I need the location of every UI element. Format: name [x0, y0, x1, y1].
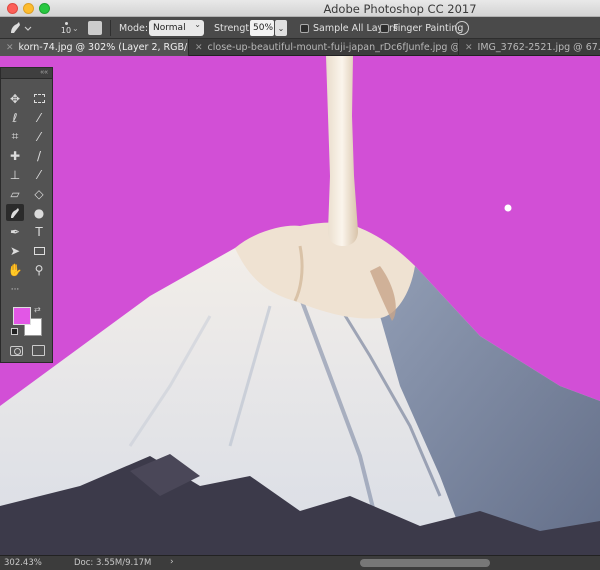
- quick-mask-icon[interactable]: [10, 346, 23, 356]
- tab-mount-fuji[interactable]: ✕ close-up-beautiful-mount-fuji-japan_rD…: [188, 39, 458, 56]
- history-brush-tool-icon[interactable]: ⁄: [30, 166, 48, 183]
- healing-brush-tool-icon[interactable]: ✚: [6, 147, 24, 164]
- finger-painting-label: Finger Painting: [393, 22, 464, 34]
- hand-tool-icon[interactable]: ✋: [6, 261, 24, 278]
- rectangle-tool-icon[interactable]: [30, 242, 48, 259]
- close-icon[interactable]: ✕: [195, 43, 203, 53]
- smudge-tool-icon[interactable]: [6, 204, 24, 221]
- tools-panel: «« ✥ ℓ ⁄ ⌗ ⁄ ✚ / ⊥ ⁄ ▱ ◇ ● ✒ T ➤ ✋ ⚲ ···…: [0, 67, 53, 363]
- document-tab-bar: ✕ korn-74.jpg @ 302% (Layer 2, RGB/8) * …: [0, 39, 600, 56]
- dodge-tool-icon[interactable]: ●: [30, 204, 48, 221]
- marquee-tool-icon[interactable]: [30, 90, 48, 107]
- brush-tip-icon: [64, 21, 68, 25]
- magic-wand-tool-icon[interactable]: ⁄: [30, 109, 48, 126]
- tab-label: korn-74.jpg @ 302% (Layer 2, RGB/8) *: [18, 42, 188, 53]
- horizontal-scrollbar[interactable]: [360, 559, 490, 567]
- checkbox-box: [300, 23, 309, 33]
- more-tools-icon[interactable]: ···: [6, 281, 24, 298]
- tab-label: close-up-beautiful-mount-fuji-japan_rDc6…: [207, 42, 458, 53]
- brush-tool-icon[interactable]: /: [30, 147, 48, 164]
- tab-korn-74[interactable]: ✕ korn-74.jpg @ 302% (Layer 2, RGB/8) *: [0, 39, 188, 56]
- finger-painting-checkbox[interactable]: Finger Painting: [380, 17, 463, 39]
- path-selection-tool-icon[interactable]: ➤: [6, 242, 24, 259]
- checkbox-box: [380, 23, 389, 33]
- brush-panel-button[interactable]: [88, 21, 102, 35]
- mode-select[interactable]: Normal ⌄: [149, 20, 204, 36]
- eraser-tool-icon[interactable]: ▱: [6, 185, 24, 202]
- pen-tool-icon[interactable]: ✒: [6, 223, 24, 240]
- collapse-icon[interactable]: ««: [40, 68, 48, 78]
- default-colors-icon[interactable]: [11, 328, 18, 335]
- foreground-color-swatch[interactable]: [13, 307, 31, 325]
- screen-mode-icon[interactable]: [32, 345, 45, 356]
- app-title: Adobe Photoshop CC 2017: [323, 2, 477, 16]
- close-icon[interactable]: ✕: [6, 43, 14, 53]
- strength-input[interactable]: 50%: [250, 20, 274, 36]
- tab-img-3762[interactable]: ✕ IMG_3762-2521.jpg @ 67.9%: [458, 39, 600, 56]
- type-tool-icon[interactable]: T: [30, 223, 48, 240]
- close-icon[interactable]: ✕: [465, 43, 473, 53]
- brush-size-value: 10: [60, 25, 72, 35]
- tools-panel-header[interactable]: ««: [1, 68, 52, 79]
- zoom-level-field[interactable]: 302.43%: [4, 558, 42, 568]
- title-bar: Adobe Photoshop CC 2017: [0, 0, 600, 17]
- tool-preset-picker[interactable]: [8, 17, 38, 39]
- status-bar: 302.43% Doc: 3.55M/9.17M ›: [0, 555, 600, 570]
- chevron-down-icon: ⌄: [194, 20, 201, 29]
- chevron-right-icon[interactable]: ›: [170, 557, 174, 567]
- clone-stamp-tool-icon[interactable]: ⊥: [6, 166, 24, 183]
- mountain-image: [0, 56, 600, 555]
- swap-colors-icon[interactable]: ⇄: [34, 305, 41, 314]
- document-canvas[interactable]: [0, 56, 600, 555]
- smudge-icon: [11, 22, 32, 33]
- move-tool-icon[interactable]: ✥: [6, 90, 24, 107]
- chevron-down-icon[interactable]: ⌄: [72, 17, 79, 39]
- tab-label: IMG_3762-2521.jpg @ 67.9%: [477, 42, 600, 53]
- pressure-icon[interactable]: [455, 21, 469, 35]
- mode-label: Mode:: [119, 22, 149, 34]
- paint-bucket-tool-icon[interactable]: ◇: [30, 185, 48, 202]
- crop-tool-icon[interactable]: ⌗: [6, 128, 24, 145]
- lasso-tool-icon[interactable]: ℓ: [6, 109, 24, 126]
- strength-dropdown-button[interactable]: ⌄: [275, 20, 287, 36]
- zoom-tool-icon[interactable]: ⚲: [30, 261, 48, 278]
- document-size-info: Doc: 3.55M/9.17M: [74, 558, 152, 568]
- mode-value: Normal: [153, 23, 186, 33]
- divider: [110, 20, 111, 36]
- options-bar: 10 ⌄ Mode: Normal ⌄ Strength: 50% ⌄ Samp…: [0, 17, 600, 39]
- eyedropper-tool-icon[interactable]: ⁄: [30, 128, 48, 145]
